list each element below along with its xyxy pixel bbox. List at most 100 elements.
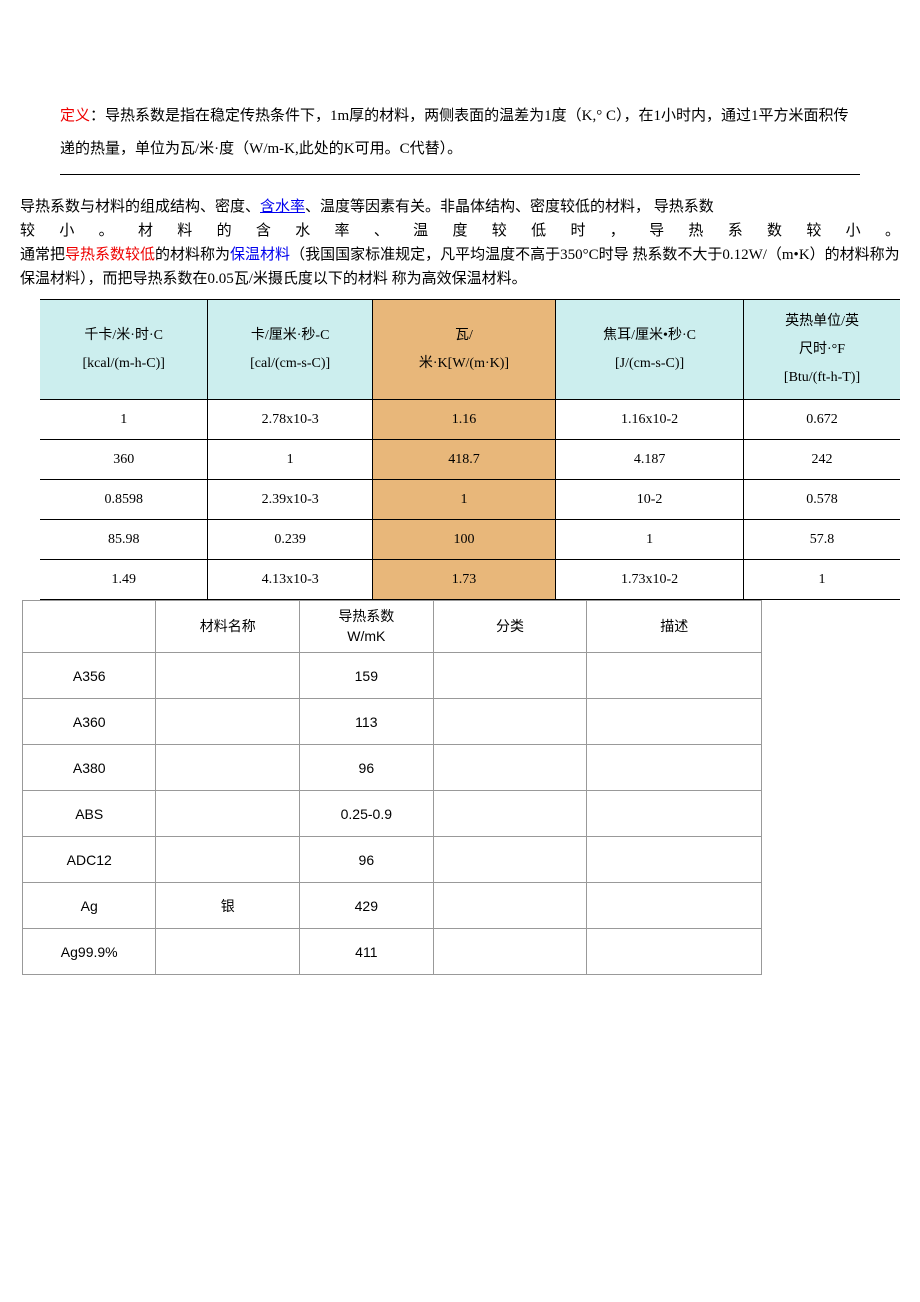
table-cell: ABS [23,791,156,837]
table-cell: 银 [156,883,300,929]
para-line2: 较小。材料的含水率、温度较低时，导热系数较小。 [20,219,900,243]
table-cell: ADC12 [23,837,156,883]
table-cell: A360 [23,699,156,745]
table-cell: 1.16 [372,400,555,440]
unit-conversion-table: 千卡/米·时·C[kcal/(m-h-C)] 卡/厘米·秒-C[cal/(cm-… [40,299,900,600]
table-row: 0.85982.39x10-3110-20.578 [40,480,900,520]
table-row: A356 159 [23,653,762,699]
table-cell: A380 [23,745,156,791]
table-cell: 360 [40,440,208,480]
table-cell: 429 [300,883,433,929]
table-cell [156,653,300,699]
table-cell [433,745,587,791]
table-row: A360 113 [23,699,762,745]
unit-header-kcal: 千卡/米·时·C[kcal/(m-h-C)] [40,300,208,400]
table-cell: 85.98 [40,520,208,560]
table-cell: 4.13x10-3 [208,560,373,600]
table-cell: 0.239 [208,520,373,560]
para-line1b: 、温度等因素有关。非晶体结构、密度较低的材料， 导热系数 [305,199,714,215]
table-cell: 0.578 [744,480,900,520]
table-cell: 242 [744,440,900,480]
table-cell: 100 [372,520,555,560]
unit-header-joule: 焦耳/厘米•秒·C[J/(cm-s-C)] [556,300,744,400]
unit-header-btu: 英热单位/英尺时·°F[Btu/(ft-h-T)] [744,300,900,400]
table-cell: 96 [300,745,433,791]
table-cell: 1.73 [372,560,555,600]
table-cell [156,929,300,975]
table-cell [433,791,587,837]
table-row: ABS 0.25-0.9 [23,791,762,837]
table-cell: 1 [744,560,900,600]
table-cell: 418.7 [372,440,555,480]
table-cell: 1 [40,400,208,440]
table-row: 1.494.13x10-31.731.73x10-21 [40,560,900,600]
mat-header-cat: 分类 [433,601,587,653]
table-cell: 1.73x10-2 [556,560,744,600]
material-table: 材料名称 导热系数W/mK 分类 描述 A356 159 A360 113 A380 96… [22,600,762,975]
table-cell [156,837,300,883]
table-cell [433,837,587,883]
table-row: A380 96 [23,745,762,791]
table-cell: 1 [556,520,744,560]
table-cell: 1.49 [40,560,208,600]
unit-header-watt: 瓦/米·K[W/(m·K)] [372,300,555,400]
table-cell [587,745,762,791]
table-cell: 411 [300,929,433,975]
definition-text: ：导热系数是指在稳定传热条件下，1m厚的材料，两侧表面的温差为1度（K,° C）… [60,108,849,157]
table-cell: 113 [300,699,433,745]
table-cell [156,791,300,837]
para-blue: 保温材料 [230,247,290,263]
table-cell: A356 [23,653,156,699]
para-red: 导热系数较低 [65,247,155,263]
table-cell [587,653,762,699]
table-row: 12.78x10-31.161.16x10-20.672 [40,400,900,440]
table-cell: 0.25-0.9 [300,791,433,837]
moisture-link[interactable]: 含水率 [260,199,305,215]
table-cell: 57.8 [744,520,900,560]
mat-header-coef: 导热系数W/mK [300,601,433,653]
table-row: ADC12 96 [23,837,762,883]
table-cell: 1 [372,480,555,520]
mat-header-name: 材料名称 [156,601,300,653]
table-cell [587,791,762,837]
table-cell: 159 [300,653,433,699]
table-cell: Ag [23,883,156,929]
table-cell [156,699,300,745]
table-cell: 1 [208,440,373,480]
definition-label: 定义 [60,108,90,124]
table-cell [433,929,587,975]
table-cell [587,929,762,975]
table-cell [433,653,587,699]
table2-body: A356159A360113A38096ABS0.25-0.9ADC1296Ag… [23,653,762,975]
table-cell: 2.39x10-3 [208,480,373,520]
table-header-row: 千卡/米·时·C[kcal/(m-h-C)] 卡/厘米·秒-C[cal/(cm-… [40,300,900,400]
table-row: 85.980.239100157.8 [40,520,900,560]
table-row: Ag99.9% 411 [23,929,762,975]
table1-body: 12.78x10-31.161.16x10-20.6723601418.74.1… [40,400,900,600]
table-cell: 10-2 [556,480,744,520]
mat-header-blank [23,601,156,653]
table-row: 3601418.74.187242 [40,440,900,480]
table-cell: 0.8598 [40,480,208,520]
table-cell [433,883,587,929]
table-cell: 2.78x10-3 [208,400,373,440]
table-cell [587,883,762,929]
table-cell: Ag99.9% [23,929,156,975]
table-cell [587,699,762,745]
table-cell: 4.187 [556,440,744,480]
table-cell [587,837,762,883]
mat-header-desc: 描述 [587,601,762,653]
table-row: Ag银429 [23,883,762,929]
table-cell [433,699,587,745]
unit-header-cal: 卡/厘米·秒-C[cal/(cm-s-C)] [208,300,373,400]
body-paragraph: 导热系数与材料的组成结构、密度、含水率、温度等因素有关。非晶体结构、密度较低的材… [20,195,900,291]
para-line3b: 的材料称为 [155,247,230,263]
definition-header: 定义：导热系数是指在稳定传热条件下，1m厚的材料，两侧表面的温差为1度（K,° … [60,100,860,175]
table-cell [156,745,300,791]
table-header-row: 材料名称 导热系数W/mK 分类 描述 [23,601,762,653]
table-cell: 96 [300,837,433,883]
table-cell: 0.672 [744,400,900,440]
table-cell: 1.16x10-2 [556,400,744,440]
para-line3a: 通常把 [20,247,65,263]
para-line1a: 导热系数与材料的组成结构、密度、 [20,199,260,215]
